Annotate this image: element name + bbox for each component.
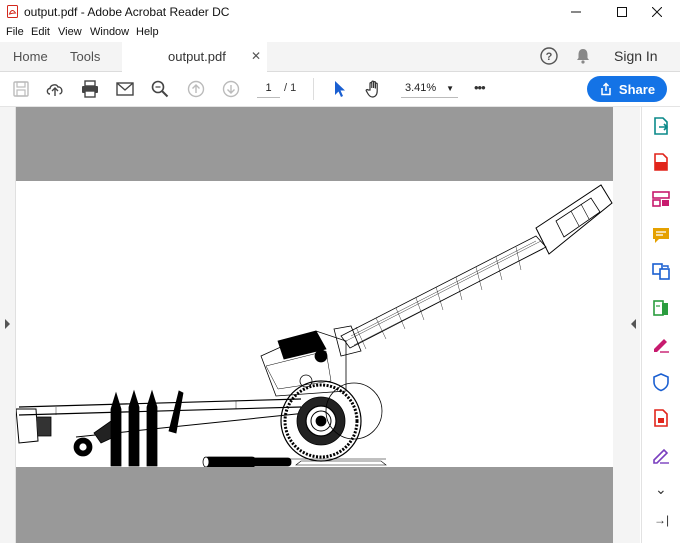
zoom-level-select[interactable]: 3.41% ▼: [401, 80, 458, 98]
page-number-input[interactable]: 1: [257, 80, 280, 98]
combine-files-icon[interactable]: [651, 261, 671, 281]
upload-icon[interactable]: [45, 79, 65, 99]
share-button[interactable]: Share: [587, 76, 667, 102]
email-icon[interactable]: [115, 79, 135, 99]
page-up-icon[interactable]: [186, 79, 206, 99]
menu-window[interactable]: Window: [90, 26, 129, 38]
document-tab-label: output.pdf: [168, 49, 226, 64]
tab-bar: Home Tools output.pdf ✕ ? Sign In: [0, 42, 680, 72]
save-icon[interactable]: [11, 79, 31, 99]
tab-home[interactable]: Home: [13, 49, 48, 64]
menu-help[interactable]: Help: [136, 26, 159, 38]
maximize-icon: [617, 7, 627, 17]
page-total: / 1: [284, 82, 297, 94]
chevron-down-icon[interactable]: ⌄: [655, 481, 667, 498]
protect-icon[interactable]: [651, 372, 671, 392]
request-signature-icon[interactable]: [651, 445, 671, 465]
convert-pdf-icon[interactable]: [651, 408, 671, 428]
pdf-page: [15, 181, 613, 468]
tools-pane: ⌄ →|: [641, 107, 680, 543]
left-panel-toggle[interactable]: [0, 107, 16, 543]
toolbar: 1 / 1 3.41% ▼ ••• Share: [0, 72, 680, 107]
toolbar-divider: [313, 78, 314, 100]
export-pdf-icon[interactable]: [651, 116, 671, 136]
close-button[interactable]: [634, 0, 680, 24]
more-icon[interactable]: •••: [474, 80, 486, 95]
window-title: output.pdf - Adobe Acrobat Reader DC: [24, 5, 230, 19]
chevron-right-icon: [5, 319, 10, 329]
page-down-icon[interactable]: [221, 79, 241, 99]
tab-document[interactable]: output.pdf ✕: [122, 42, 267, 72]
create-pdf-icon[interactable]: [651, 152, 671, 172]
document-viewport[interactable]: [15, 107, 613, 543]
edit-pdf-icon[interactable]: [651, 298, 671, 318]
close-icon: [652, 7, 662, 17]
chevron-left-icon: [631, 319, 636, 329]
organize-pages-icon[interactable]: [651, 189, 671, 209]
minimize-icon: [571, 11, 581, 13]
menu-file[interactable]: File: [6, 26, 24, 38]
acrobat-icon: [7, 5, 18, 18]
share-label: Share: [618, 81, 656, 97]
svg-text:?: ?: [546, 51, 553, 63]
sign-in-button[interactable]: Sign In: [614, 48, 658, 64]
notifications-bell-icon[interactable]: [574, 47, 592, 65]
zoom-level-value: 3.41%: [405, 82, 437, 94]
minimize-button[interactable]: [553, 0, 599, 24]
menu-edit[interactable]: Edit: [31, 26, 50, 38]
title-bar: output.pdf - Adobe Acrobat Reader DC: [0, 0, 680, 24]
right-panel-collapse-toggle[interactable]: [627, 107, 640, 543]
fill-sign-icon[interactable]: [651, 334, 671, 354]
comment-icon[interactable]: [651, 225, 671, 245]
close-tab-button[interactable]: ✕: [251, 49, 261, 63]
help-icon[interactable]: ?: [540, 47, 558, 65]
share-icon: [601, 82, 611, 96]
menu-view[interactable]: View: [58, 26, 82, 38]
collapse-pane-icon[interactable]: →|: [654, 513, 669, 527]
chevron-down-icon: ▼: [446, 84, 454, 93]
print-icon[interactable]: [80, 79, 100, 99]
howitzer-drawing: [15, 184, 613, 468]
zoom-search-icon[interactable]: [150, 79, 170, 99]
tab-tools[interactable]: Tools: [70, 49, 100, 64]
select-cursor-icon[interactable]: [329, 79, 349, 99]
hand-tool-icon[interactable]: [364, 79, 384, 99]
menu-bar: File Edit View Window Help: [0, 24, 680, 42]
vertical-scrollbar[interactable]: [613, 107, 627, 543]
